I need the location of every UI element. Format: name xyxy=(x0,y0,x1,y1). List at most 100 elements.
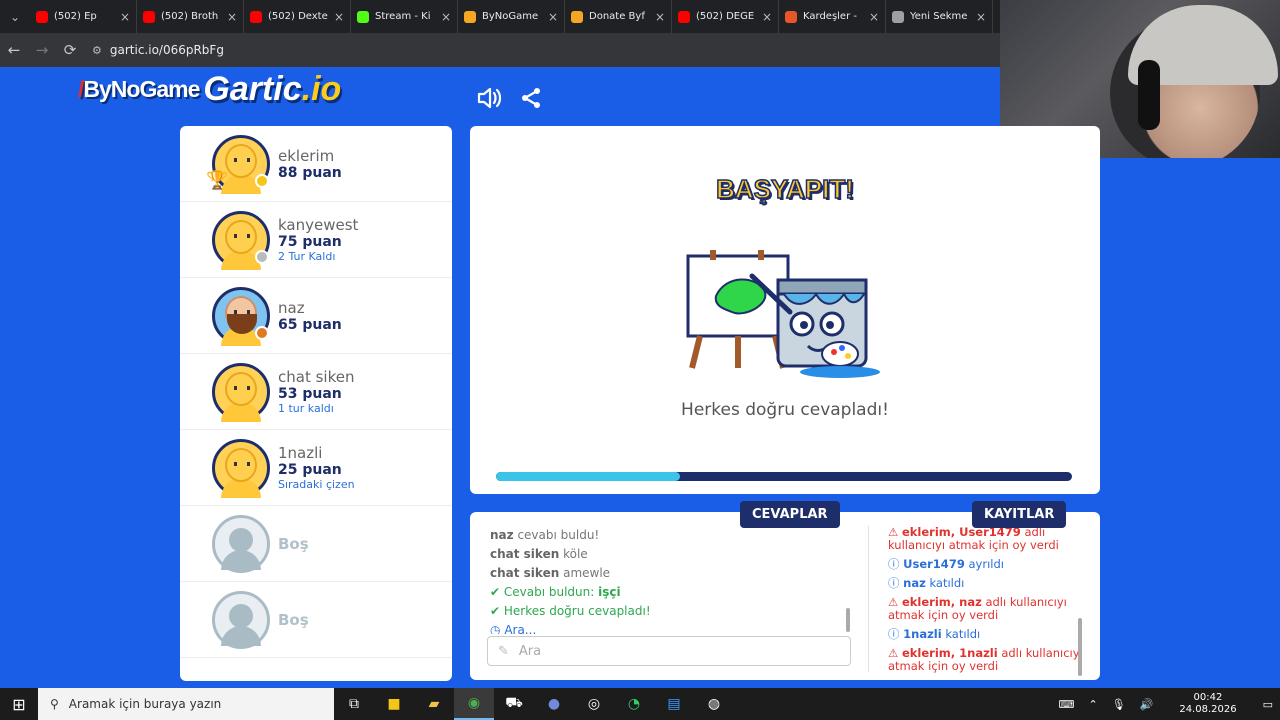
log-line: ⚠ eklerim, naz adlı kullanıcıyı atmak iç… xyxy=(888,595,1067,622)
app-icon-4[interactable]: ▤ xyxy=(654,688,694,720)
tab-title: (502) Dexte xyxy=(268,11,328,22)
close-icon[interactable]: × xyxy=(869,10,879,24)
answer-line: ✔ Cevabı buldun: işçi xyxy=(490,585,621,599)
browser-tab[interactable]: (502) Ep × xyxy=(30,0,137,33)
tab-favicon-icon xyxy=(678,10,690,23)
steam-icon[interactable]: ◎ xyxy=(574,688,614,720)
taskbar-search-placeholder: Aramak için buraya yazın xyxy=(68,697,222,711)
taskbar-search-input[interactable]: ⚲ Aramak için buraya yazın xyxy=(38,688,334,720)
browser-tab[interactable]: Donate Byf × xyxy=(565,0,672,33)
chat-panel: naz cevabı buldu! chat siken köle chat sik… xyxy=(470,512,1100,680)
volume-icon[interactable]: 🔊 xyxy=(1140,698,1154,711)
clock-icon: ◷ xyxy=(490,623,501,634)
site-info-icon[interactable]: ⚙ xyxy=(92,44,102,57)
player-points: 88 puan xyxy=(278,164,342,181)
player-row[interactable]: naz 65 puan xyxy=(180,278,452,354)
answer-line: chat siken köle xyxy=(490,547,588,561)
log-line: ⓘ 1nazli katıldı xyxy=(888,627,981,641)
round-status-message: Herkes doğru cevapladı! xyxy=(681,400,889,420)
tab-title: Donate Byf xyxy=(589,11,645,22)
close-icon[interactable]: × xyxy=(334,10,344,24)
sound-icon[interactable] xyxy=(475,84,503,112)
app-icon-3[interactable]: ◔ xyxy=(614,688,654,720)
empty-slot-label: Boş xyxy=(278,610,309,629)
player-name: kanyewest xyxy=(278,216,359,234)
tab-title: (502) Broth xyxy=(161,11,219,22)
chrome-icon[interactable]: ◉ xyxy=(454,688,494,720)
trophy-icon: 🏆 xyxy=(206,170,229,191)
share-icon[interactable] xyxy=(517,84,545,112)
tab-title: Yeni Sekme xyxy=(910,11,968,22)
close-icon[interactable]: × xyxy=(441,10,451,24)
tab-logs[interactable]: KAYITLAR xyxy=(972,501,1067,528)
browser-tab[interactable]: (502) DEĞE × xyxy=(672,0,779,33)
player-points: 75 puan xyxy=(278,234,342,250)
answers-scrollbar[interactable] xyxy=(846,608,850,632)
logs-list[interactable]: ⚠ eklerim, User1479 adlı kullanıcıyı atm… xyxy=(888,526,1084,676)
keyboard-icon[interactable]: ⌨ xyxy=(1059,698,1075,711)
gartic-logo: Gartic.io xyxy=(203,70,342,108)
player-row[interactable]: kanyewest 75 puan 2 Tur Kaldı xyxy=(180,202,452,278)
tab-favicon-icon xyxy=(143,10,155,23)
microphone-icon[interactable]: 🎙 xyxy=(1112,698,1126,711)
warning-icon: ⚠ xyxy=(888,595,899,609)
task-view-icon[interactable]: ⧉ xyxy=(334,688,374,720)
warning-icon: ⚠ xyxy=(888,646,899,660)
round-progress-fill xyxy=(496,472,681,481)
close-icon[interactable]: × xyxy=(548,10,558,24)
file-explorer-icon[interactable]: ▰ xyxy=(414,688,454,720)
avatar xyxy=(212,210,270,270)
player-points: 65 puan xyxy=(278,316,342,333)
players-panel: 🏆 eklerim 88 puan kanyewest 75 puan 2 Tur Kal… xyxy=(180,126,452,681)
close-icon[interactable]: × xyxy=(120,10,130,24)
close-icon[interactable]: × xyxy=(655,10,665,24)
logs-scrollbar[interactable] xyxy=(1078,618,1082,676)
tab-favicon-icon xyxy=(357,10,369,23)
close-icon[interactable]: × xyxy=(227,10,237,24)
tab-answers[interactable]: CEVAPLAR xyxy=(740,501,840,528)
browser-tab[interactable]: Kardeşler - × xyxy=(779,0,886,33)
answers-list[interactable]: naz cevabı buldu! chat siken köle chat sik… xyxy=(490,526,850,634)
reload-icon[interactable]: ⟳ xyxy=(56,41,84,59)
player-points: 53 puan xyxy=(278,386,342,402)
forward-icon[interactable]: → xyxy=(28,41,56,59)
browser-tab[interactable]: (502) Dexte × xyxy=(244,0,351,33)
search-icon: ⚲ xyxy=(50,697,59,711)
check-icon: ✔ xyxy=(490,585,501,599)
browser-tab[interactable]: Stream - Ki × xyxy=(351,0,458,33)
guess-input[interactable]: ✎ Ara xyxy=(487,636,851,666)
tab-search-icon[interactable]: ⌄ xyxy=(0,0,30,33)
url-field[interactable]: ⚙ gartic.io/066pRbFg xyxy=(92,43,224,57)
empty-slot-label: Boş xyxy=(278,534,309,553)
tab-favicon-icon xyxy=(250,10,262,23)
player-row[interactable]: 1nazli 25 puan Sıradaki çizen xyxy=(180,430,452,506)
discord-icon[interactable]: ● xyxy=(534,688,574,720)
player-status-text: Sıradaki çizen xyxy=(278,478,355,491)
app-icon-2[interactable]: ⛟ xyxy=(494,688,534,720)
taskbar-clock[interactable]: 00:42 24.08.2026 xyxy=(1172,692,1243,716)
empty-avatar-icon xyxy=(212,590,270,649)
close-icon[interactable]: × xyxy=(976,10,986,24)
player-row[interactable]: 🏆 eklerim 88 puan xyxy=(180,126,452,202)
drawing-canvas: BAŞYAPIT! Herkes doğru cevapladı! xyxy=(470,126,1100,494)
avatar xyxy=(212,286,270,346)
browser-tab[interactable]: Yeni Sekme × xyxy=(886,0,993,33)
empty-avatar-icon xyxy=(212,514,270,573)
obs-icon[interactable]: ◍ xyxy=(694,688,734,720)
app-icon[interactable]: ■ xyxy=(374,688,414,720)
check-icon: ✔ xyxy=(490,604,501,618)
tab-title: Stream - Ki xyxy=(375,11,431,22)
close-icon[interactable]: × xyxy=(762,10,772,24)
back-icon[interactable]: ← xyxy=(0,41,28,59)
player-row[interactable]: chat siken 53 puan 1 tur kaldı xyxy=(180,354,452,430)
url-text: gartic.io/066pRbFg xyxy=(109,43,224,57)
player-name: naz xyxy=(278,298,305,317)
browser-tab[interactable]: ByNoGame × xyxy=(458,0,565,33)
windows-start-icon[interactable]: ⊞ xyxy=(0,688,38,720)
browser-tab[interactable]: (502) Broth × xyxy=(137,0,244,33)
player-name: 1nazli xyxy=(278,444,323,462)
chevron-up-icon[interactable]: ⌃ xyxy=(1088,698,1097,711)
notifications-icon[interactable]: ▭ xyxy=(1263,698,1273,711)
status-dot xyxy=(255,325,269,340)
site-logo[interactable]: /ByNoGame Gartic.io xyxy=(78,70,341,109)
